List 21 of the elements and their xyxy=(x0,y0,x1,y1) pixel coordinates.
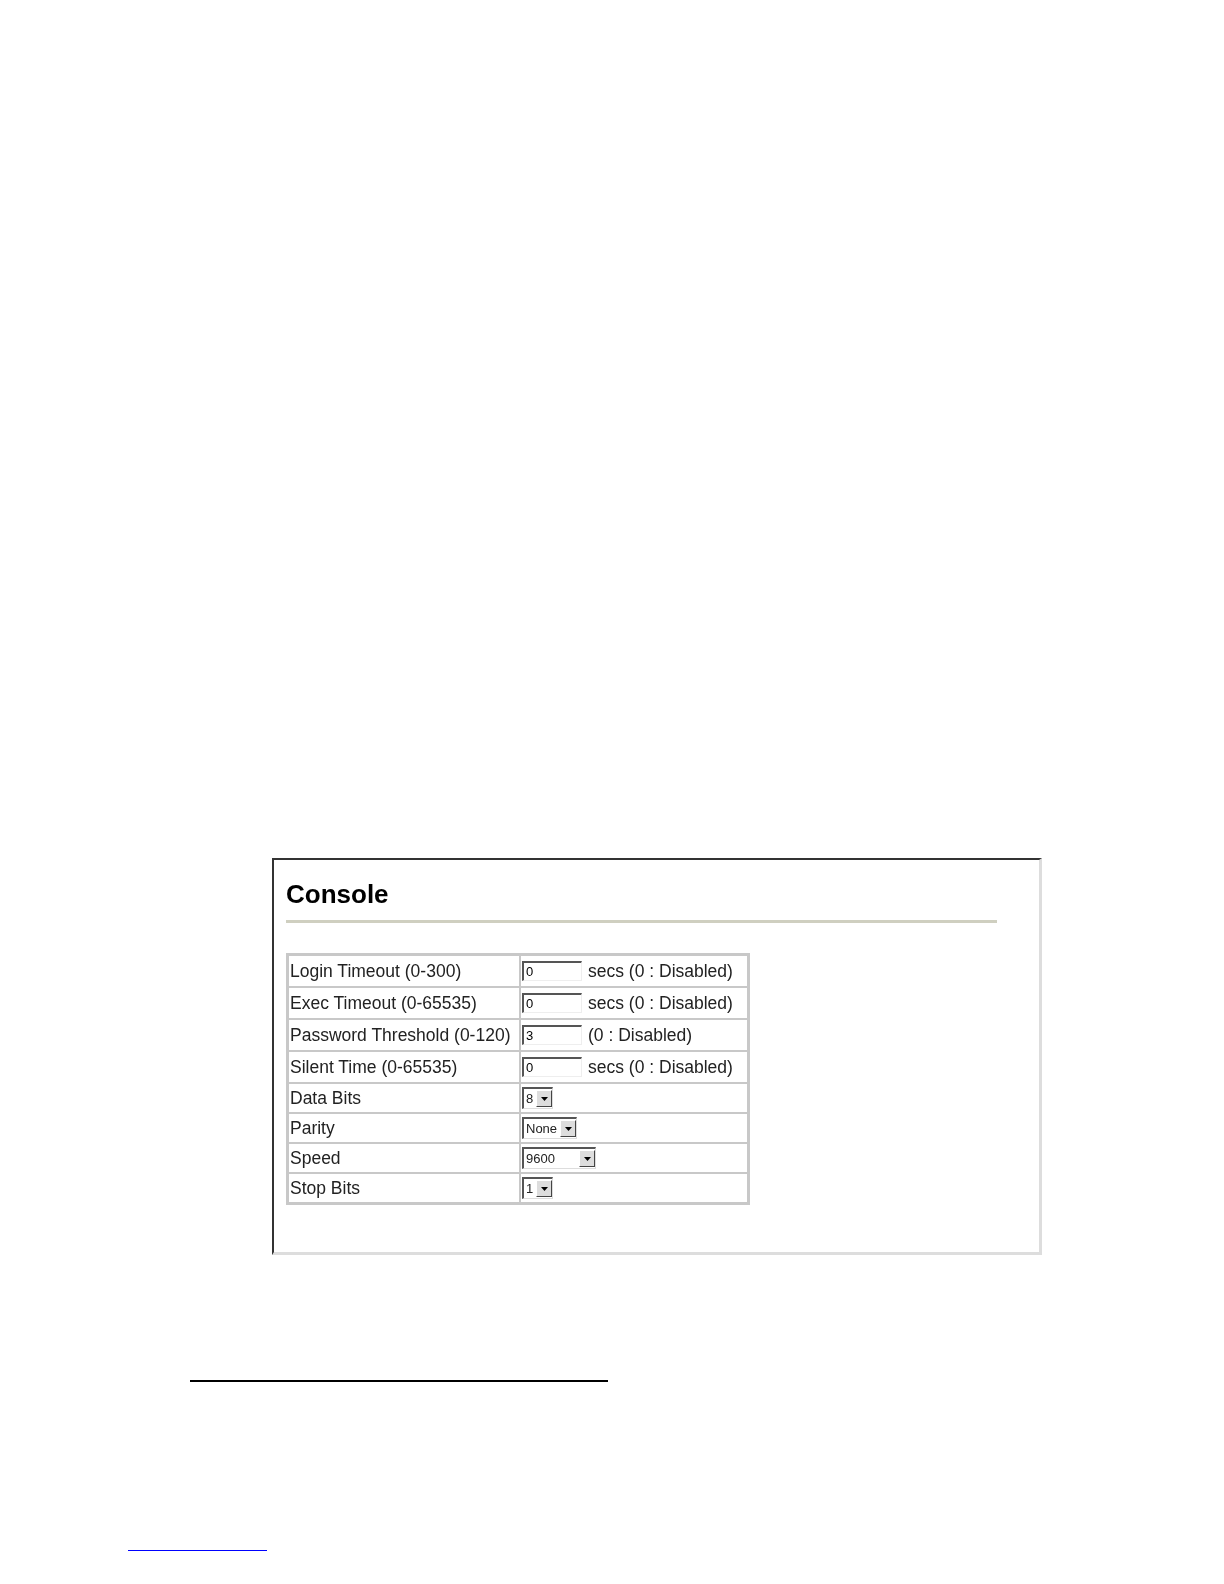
hint-text: (0 : Disabled) xyxy=(588,1024,693,1046)
setting-label: Speed xyxy=(288,1143,520,1173)
setting-label: Login Timeout (0-300) xyxy=(288,955,520,987)
input-field[interactable]: 3 xyxy=(522,1025,582,1045)
hint-text: secs (0 : Disabled) xyxy=(588,1056,733,1078)
input-field[interactable]: 0 xyxy=(522,993,582,1013)
dropdown[interactable]: 8 xyxy=(522,1087,554,1109)
setting-label: Data Bits xyxy=(288,1083,520,1113)
setting-label: Exec Timeout (0-65535) xyxy=(288,987,520,1019)
setting-label: Password Threshold (0-120) xyxy=(288,1019,520,1051)
dropdown[interactable]: None xyxy=(522,1117,578,1139)
input-field[interactable]: 0 xyxy=(522,961,582,981)
hint-text: secs (0 : Disabled) xyxy=(588,960,733,982)
setting-label: Silent Time (0-65535) xyxy=(288,1051,520,1083)
input-field[interactable]: 0 xyxy=(522,1057,582,1077)
dropdown[interactable]: 1 xyxy=(522,1177,554,1199)
dropdown[interactable]: 9600 xyxy=(522,1147,596,1169)
panel-title: Console xyxy=(286,878,389,910)
setting-label: Stop Bits xyxy=(288,1173,520,1203)
hint-text: secs (0 : Disabled) xyxy=(588,992,733,1014)
setting-label: Parity xyxy=(288,1113,520,1143)
